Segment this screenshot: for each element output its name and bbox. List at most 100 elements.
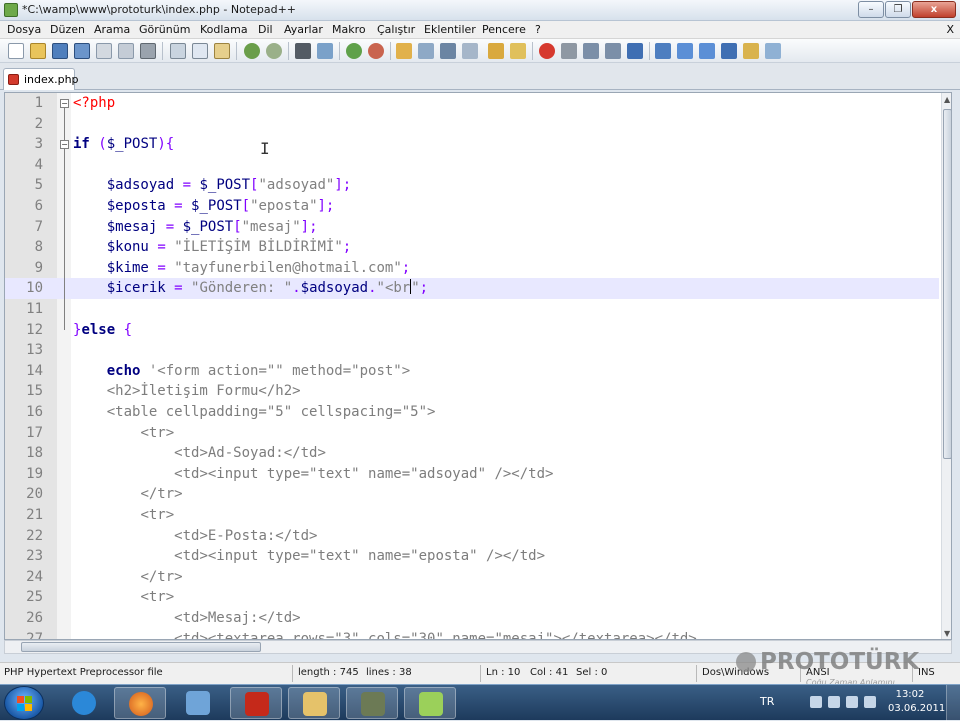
code-line[interactable]: 18 <td>Ad-Soyad:</td> [5, 443, 939, 464]
code-line[interactable]: 21 <tr> [5, 505, 939, 526]
next-icon[interactable] [699, 43, 715, 59]
redo-icon[interactable] [266, 43, 282, 59]
tray-action-center-icon[interactable] [810, 696, 822, 708]
menu-kodlama[interactable]: Kodlama [200, 23, 248, 36]
code-line[interactable]: 13 [5, 340, 939, 361]
code-line[interactable]: 4 [5, 155, 939, 176]
tray-volume-icon[interactable] [864, 696, 876, 708]
menu-calistir[interactable]: Çalıştır [377, 23, 415, 36]
save-all-icon[interactable] [74, 43, 90, 59]
code-line[interactable]: 26 <td>Mesaj:</td> [5, 608, 939, 629]
copy-icon[interactable] [192, 43, 208, 59]
code-line[interactable]: 1 <?php [5, 93, 939, 114]
scroll-down-icon[interactable]: ▼ [944, 629, 950, 638]
vertical-scroll-thumb[interactable] [943, 109, 951, 459]
code-line[interactable]: 14 echo '<form action="" method="post"> [5, 361, 939, 382]
tray-bluetooth-icon[interactable] [846, 696, 858, 708]
taskbar-filezilla[interactable] [230, 687, 282, 719]
plugin-icon[interactable] [743, 43, 759, 59]
code-line[interactable]: 7 $mesaj = $_POST["mesaj"]; [5, 217, 939, 238]
indent-guide-icon[interactable] [462, 43, 478, 59]
print-icon[interactable] [140, 43, 156, 59]
code-line[interactable]: 6 $eposta = $_POST["eposta"]; [5, 196, 939, 217]
show-desktop-button[interactable] [946, 685, 960, 721]
menu-eklentiler[interactable]: Eklentiler [424, 23, 476, 36]
code-line[interactable]: 25 <tr> [5, 587, 939, 608]
close-document-button[interactable]: X [946, 23, 954, 36]
taskbar-network[interactable] [172, 687, 224, 719]
taskbar-internet-explorer[interactable] [58, 687, 110, 719]
user-lang-icon[interactable] [488, 43, 504, 59]
plugin-icon-2[interactable] [765, 43, 781, 59]
prev-icon[interactable] [677, 43, 693, 59]
word-wrap-icon[interactable] [418, 43, 434, 59]
menu-pencere[interactable]: Pencere [482, 23, 526, 36]
horizontal-scroll-thumb[interactable] [21, 642, 261, 652]
tray-clock[interactable]: 13:02 03.06.2011 [888, 688, 945, 716]
new-file-icon[interactable] [8, 43, 24, 59]
close-all-icon[interactable] [118, 43, 134, 59]
menu-dosya[interactable]: Dosya [7, 23, 41, 36]
tab-index-php[interactable]: index.php [3, 68, 79, 90]
fold-toggle-icon[interactable]: − [60, 99, 69, 108]
paste-icon[interactable] [214, 43, 230, 59]
code-line[interactable]: 19 <td><input type="text" name="adsoyad"… [5, 464, 939, 485]
undo-icon[interactable] [244, 43, 260, 59]
current-code-line[interactable]: 10 $icerik = "Gönderen: ".$adsoyad."<br"… [5, 278, 939, 299]
record-macro-icon[interactable] [539, 43, 555, 59]
close-icon[interactable] [96, 43, 112, 59]
taskbar-notepad-plus-plus[interactable] [404, 687, 456, 719]
taskbar-vmware[interactable] [346, 687, 398, 719]
zoom-in-icon[interactable] [346, 43, 362, 59]
code-line[interactable]: 9 $kime = "tayfunerbilen@hotmail.com"; [5, 258, 939, 279]
cut-icon[interactable] [170, 43, 186, 59]
code-line[interactable]: 5 $adsoyad = $_POST["adsoyad"]; [5, 175, 939, 196]
taskbar-firefox[interactable] [114, 687, 166, 719]
compare-icon[interactable] [655, 43, 671, 59]
code-line[interactable]: 8 $konu = "İLETİŞİM BİLDİRİMİ"; [5, 237, 939, 258]
code-line[interactable]: 3 if ($_POST){ [5, 134, 939, 155]
menu-duzen[interactable]: Düzen [50, 23, 85, 36]
code-line[interactable]: 17 <tr> [5, 423, 939, 444]
code-line[interactable]: 20 </tr> [5, 484, 939, 505]
play-macro-icon[interactable] [583, 43, 599, 59]
code-line[interactable]: 11 [5, 299, 939, 320]
tray-language[interactable]: TR [760, 695, 774, 708]
tray-network-icon[interactable] [828, 696, 840, 708]
code-line[interactable]: 15 <h2>İletişim Formu</h2> [5, 381, 939, 402]
code-line[interactable]: 16 <table cellpadding="5" cellspacing="5… [5, 402, 939, 423]
minimize-button[interactable]: – [858, 1, 884, 18]
menu-makro[interactable]: Makro [332, 23, 366, 36]
taskbar-explorer[interactable] [288, 687, 340, 719]
close-button[interactable]: x [912, 1, 956, 18]
zoom-out-icon[interactable] [368, 43, 384, 59]
code-line[interactable]: 2 [5, 114, 939, 135]
run-macro-multiple-icon[interactable] [605, 43, 621, 59]
start-button[interactable] [4, 686, 44, 720]
code-editor[interactable]: 1 <?php 2 3 if ($_POST){4 5 $adsoyad = $_POST… [4, 92, 952, 640]
doc-map-icon[interactable] [510, 43, 526, 59]
find-icon[interactable] [295, 43, 311, 59]
stop-macro-icon[interactable] [561, 43, 577, 59]
menu-ayarlar[interactable]: Ayarlar [284, 23, 323, 36]
scroll-up-icon[interactable]: ▲ [944, 95, 950, 104]
code-line[interactable]: 24 </tr> [5, 567, 939, 588]
replace-icon[interactable] [317, 43, 333, 59]
code-line[interactable]: 27 <td><textarea rows="3" cols="30" name… [5, 629, 939, 639]
code-line[interactable]: 12}else { [5, 320, 939, 341]
title-bar[interactable]: *C:\wamp\www\prototurk\index.php - Notep… [0, 0, 960, 21]
code-line[interactable]: 23 <td><input type="text" name="eposta" … [5, 546, 939, 567]
restore-button[interactable]: ❐ [885, 1, 911, 18]
all-chars-icon[interactable] [440, 43, 456, 59]
save-icon[interactable] [52, 43, 68, 59]
open-file-icon[interactable] [30, 43, 46, 59]
clear-icon[interactable] [721, 43, 737, 59]
code-line[interactable]: 22 <td>E-Posta:</td> [5, 526, 939, 547]
menu-gorunum[interactable]: Görünüm [139, 23, 190, 36]
menu-dil[interactable]: Dil [258, 23, 273, 36]
menu-arama[interactable]: Arama [94, 23, 130, 36]
vertical-scrollbar[interactable]: ▲ ▼ [941, 93, 951, 639]
menu-help[interactable]: ? [535, 23, 541, 36]
sync-scroll-icon[interactable] [396, 43, 412, 59]
save-macro-icon[interactable] [627, 43, 643, 59]
